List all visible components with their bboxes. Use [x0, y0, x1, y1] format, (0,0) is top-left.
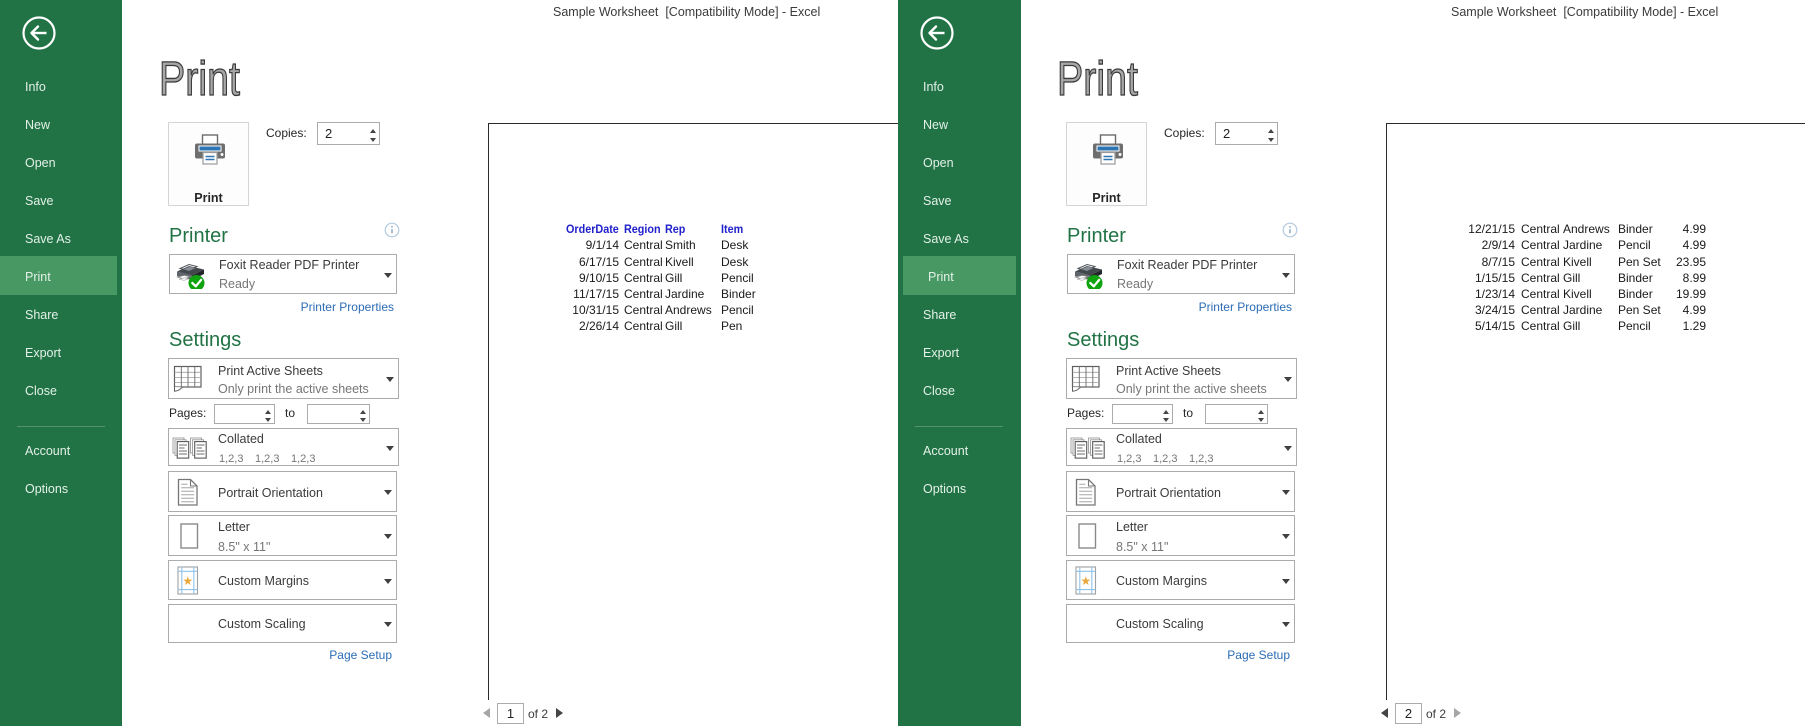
svg-text:★: ★ [182, 574, 193, 588]
svg-text:★: ★ [1080, 574, 1091, 588]
